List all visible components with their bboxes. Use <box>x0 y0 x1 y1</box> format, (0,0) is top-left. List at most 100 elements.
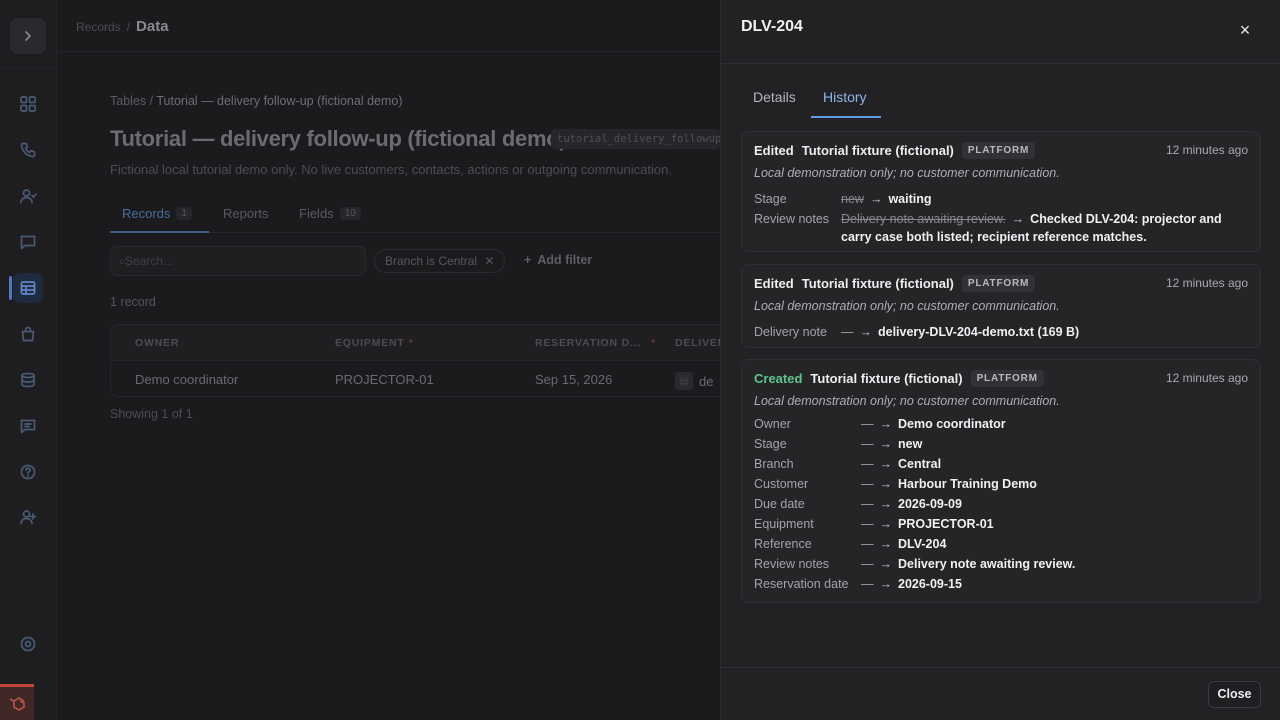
column-header-reservation-date[interactable]: RESERVATION D... * <box>535 337 656 349</box>
change-value: — → Central <box>861 457 941 471</box>
history-entry: Edited Tutorial fixture (fictional) PLAT… <box>741 131 1261 252</box>
arrow-icon: → <box>879 437 893 451</box>
new-value: Harbour Training Demo <box>898 477 1037 491</box>
breadcrumb-separator: / <box>149 94 154 108</box>
filter-chip-branch[interactable]: Branch is Central ✕ <box>374 249 506 273</box>
nav-help[interactable] <box>13 457 43 487</box>
nav-calls[interactable] <box>13 135 43 165</box>
record-drawer: DLV-204 × Details History Edited Tutoria… <box>720 0 1280 720</box>
crumb-records[interactable]: Records <box>76 20 121 34</box>
old-value: — <box>861 457 874 471</box>
nav-data[interactable] <box>13 365 43 395</box>
change-value: — → Demo coordinator <box>861 417 1006 431</box>
change-field: Equipment <box>754 517 814 531</box>
change-field: Review notes <box>754 557 830 571</box>
cell-equipment: PROJECTOR-01 <box>335 372 434 387</box>
entry-timestamp: 12 minutes ago <box>1165 143 1248 157</box>
arrow-icon: → <box>879 457 893 471</box>
change-value: Delivery note awaiting review. → Checked D… <box>841 210 1241 246</box>
change-row: Customer — → Harbour Training Demo <box>754 475 1250 495</box>
change-field: Stage <box>754 192 787 206</box>
search-input[interactable]: ⌕ Search... <box>110 246 366 276</box>
tab-label: Fields <box>299 206 334 221</box>
nav-invite[interactable] <box>13 502 43 532</box>
column-header-equipment[interactable]: EQUIPMENT * <box>335 337 414 349</box>
sidebar <box>0 0 57 720</box>
nav-settings[interactable] <box>13 629 43 659</box>
new-value[interactable]: delivery-DLV-204-demo.txt (169 B) <box>878 325 1079 339</box>
header-label: EQUIPMENT <box>335 337 405 349</box>
tab-label: Records <box>122 206 171 221</box>
entry-note: Local demonstration only; no customer co… <box>754 299 1060 313</box>
nav-commerce[interactable] <box>13 319 43 349</box>
change-field: Owner <box>754 417 791 431</box>
change-field: Due date <box>754 497 805 511</box>
table-slug: tutorial_delivery_followup <box>551 129 720 149</box>
logo-icon <box>9 696 25 711</box>
old-value: — <box>841 325 854 339</box>
brand-logo <box>0 684 34 720</box>
change-list: Delivery note — → delivery-DLV-204-demo.tx… <box>754 323 1250 343</box>
new-value: DLV-204 <box>898 537 947 551</box>
nav-messages[interactable] <box>13 411 43 441</box>
change-field: Branch <box>754 457 794 471</box>
change-value: — → 2026-09-15 <box>861 577 962 591</box>
required-mark: * <box>651 337 657 349</box>
add-filter-button[interactable]: + Add filter <box>524 253 592 267</box>
entry-action: Edited <box>754 143 794 158</box>
remove-filter-icon[interactable]: ✕ <box>484 254 494 268</box>
arrow-icon: → <box>879 497 893 511</box>
change-row: Stage new → waiting <box>754 190 1250 210</box>
page-description: Fictional local tutorial demo only. No l… <box>110 162 672 177</box>
settings-icon <box>20 636 36 652</box>
entry-actor: Tutorial fixture (fictional) <box>801 276 954 291</box>
add-user-icon <box>20 510 37 525</box>
close-button[interactable]: Close <box>1208 681 1261 708</box>
entry-header: Created Tutorial fixture (fictional) PLA… <box>754 370 1044 387</box>
change-field: Reference <box>754 537 812 551</box>
search-icon: ⌕ <box>119 254 126 268</box>
tab-reports[interactable]: Reports <box>223 206 269 221</box>
change-value: new → waiting <box>841 192 932 206</box>
nav-contacts[interactable] <box>13 181 43 211</box>
change-field: Reservation date <box>754 577 849 591</box>
cell-delivery-note[interactable]: ▤ de <box>675 372 713 390</box>
pagination-summary: Showing 1 of 1 <box>110 407 193 421</box>
table-icon <box>20 281 36 295</box>
header-label: DELIVER <box>675 337 727 349</box>
tab-records[interactable]: Records 1 <box>122 206 192 221</box>
page-title: Tutorial — delivery follow-up (fictional… <box>110 126 567 151</box>
change-row: Due date — → 2026-09-09 <box>754 495 1250 515</box>
nav-dashboard[interactable] <box>13 89 43 119</box>
entry-header: Edited Tutorial fixture (fictional) PLAT… <box>754 275 1036 292</box>
new-value: PROJECTOR-01 <box>898 517 994 531</box>
change-field: Review notes <box>754 212 830 226</box>
entry-timestamp: 12 minutes ago <box>1165 371 1248 385</box>
table-row[interactable]: Demo coordinator PROJECTOR-01 Sep 15, 20… <box>111 361 729 396</box>
nav-tables[interactable] <box>13 273 43 303</box>
filter-chip-label: Branch is Central <box>385 254 478 268</box>
active-indicator <box>9 276 12 300</box>
change-value: — → delivery-DLV-204-demo.txt (169 B) <box>841 325 1079 339</box>
column-header-delivery[interactable]: DELIVER <box>675 337 726 349</box>
nav-conversations[interactable] <box>13 227 43 257</box>
table-tabs: Records 1 Reports Fields 10 <box>110 196 720 233</box>
tab-details[interactable]: Details <box>753 89 796 105</box>
change-field: Stage <box>754 437 787 451</box>
database-icon <box>21 372 35 388</box>
old-value: — <box>861 537 874 551</box>
tab-history[interactable]: History <box>823 89 867 105</box>
expand-sidebar-button[interactable] <box>10 18 46 54</box>
arrow-icon: → <box>859 325 873 339</box>
table-header: OWNER EQUIPMENT * RESERVATION D... * DELIV… <box>111 325 729 361</box>
breadcrumb-tables[interactable]: Tables <box>110 94 146 108</box>
tab-fields[interactable]: Fields 10 <box>299 206 361 221</box>
help-icon <box>20 464 36 480</box>
change-field: Delivery note <box>754 325 827 339</box>
change-row: Delivery note — → delivery-DLV-204-demo.tx… <box>754 323 1250 343</box>
change-row: Reservation date — → 2026-09-15 <box>754 575 1250 595</box>
column-header-owner[interactable]: OWNER <box>135 337 179 349</box>
close-icon[interactable]: × <box>1235 20 1255 40</box>
change-value: — → new <box>861 437 922 451</box>
old-value: — <box>861 557 874 571</box>
